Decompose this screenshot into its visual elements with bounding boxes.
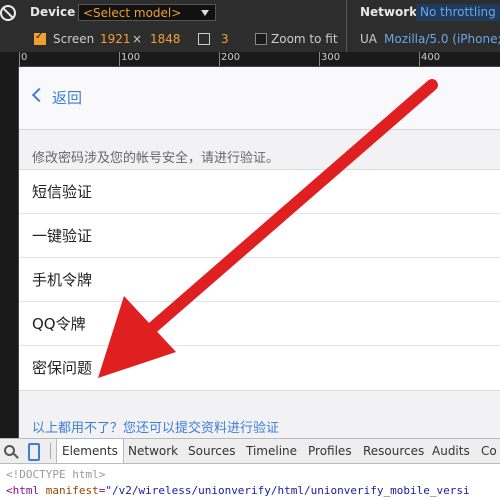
security-hint: 修改密码涉及您的帐号安全，请进行验证。	[32, 151, 280, 166]
chevron-down-icon	[201, 10, 209, 16]
list-item-security-question[interactable]: 密保问题	[19, 346, 500, 390]
device-model-value: <Select model>	[83, 6, 182, 20]
disable-emulation-icon[interactable]	[0, 5, 16, 21]
user-agent-input[interactable]: Mozilla/5.0 (iPhone; C	[384, 32, 500, 46]
list-item-one-click-verify[interactable]: 一键验证	[19, 214, 500, 258]
tab-timeline[interactable]: Timeline	[241, 439, 302, 463]
html-tag-open: <html	[6, 484, 40, 497]
tab-resources[interactable]: Resources	[358, 439, 429, 463]
list-item-qq-token[interactable]: QQ令牌	[19, 302, 500, 346]
tab-sources[interactable]: Sources	[183, 439, 240, 463]
nav-bar: 返回	[19, 67, 500, 130]
inspect-search-icon[interactable]	[4, 445, 15, 456]
toolbar-divider	[346, 0, 347, 52]
back-arrow-icon[interactable]	[31, 87, 47, 103]
screen-height-input[interactable]: 1848	[150, 32, 181, 46]
tab-profiles[interactable]: Profiles	[303, 439, 357, 463]
ua-label: UA	[360, 32, 377, 46]
tab-separator	[50, 443, 51, 459]
tab-console[interactable]: Co	[476, 439, 500, 463]
horizontal-ruler: 0 100 200 300 400	[0, 52, 500, 67]
list-item-sms-verify[interactable]: 短信验证	[19, 170, 500, 214]
ruler-label: 200	[221, 52, 241, 63]
throttling-value: No throttling	[420, 5, 496, 19]
emulated-viewport: 返回 修改密码涉及您的帐号安全，请进行验证。 短信验证 一键验证 手机令牌 QQ…	[19, 67, 500, 438]
submit-info-link[interactable]: 以上都用不了？您还可以提交资料进行验证	[32, 417, 279, 436]
list-item-mobile-token[interactable]: 手机令牌	[19, 258, 500, 302]
ruler-label: 0	[21, 52, 28, 63]
ruler-tick	[219, 52, 220, 66]
screen-width-input[interactable]: 1921	[100, 32, 131, 46]
ruler-label: 300	[321, 52, 341, 63]
zoom-to-fit-checkbox[interactable]	[255, 33, 267, 45]
device-mode-icon[interactable]	[28, 443, 40, 461]
ruler-label: 400	[421, 52, 441, 63]
devtools-tab-bar: Elements Network Sources Timeline Profil…	[0, 438, 500, 464]
ruler-tick	[19, 52, 20, 66]
throttling-select[interactable]: No throttling	[416, 4, 500, 21]
html-tag-line[interactable]: <html manifest="/v2/wireless/unionverify…	[6, 484, 470, 497]
network-label: Network	[360, 5, 418, 19]
device-emulation-toolbar: Device <Select model> Network No throttl…	[0, 0, 500, 52]
tab-audits[interactable]: Audits	[427, 439, 475, 463]
tab-elements[interactable]: Elements	[56, 439, 124, 463]
manifest-value: "/v2/wireless/unionverify/html/unionveri…	[105, 484, 470, 497]
swap-dimensions-icon[interactable]	[198, 33, 210, 45]
back-button[interactable]: 返回	[52, 87, 82, 108]
doctype-line[interactable]: <!DOCTYPE html>	[6, 468, 105, 481]
ruler-label: 100	[121, 52, 141, 63]
times-sign: ×	[132, 32, 143, 46]
elements-panel: <!DOCTYPE html> <html manifest="/v2/wire…	[0, 464, 500, 500]
manifest-attr: manifest	[45, 484, 99, 497]
device-model-select[interactable]: <Select model>	[78, 4, 216, 21]
ruler-tick	[119, 52, 120, 66]
device-label: Device	[30, 5, 76, 19]
device-scale-input[interactable]: 3	[221, 32, 229, 46]
screen-label: Screen	[53, 32, 95, 46]
screen-checkbox[interactable]	[34, 31, 46, 45]
ruler-tick	[419, 52, 420, 66]
vertical-ruler	[0, 66, 19, 438]
ruler-tick	[319, 52, 320, 66]
zoom-to-fit-label: Zoom to fit	[271, 32, 338, 46]
verification-method-list: 短信验证 一键验证 手机令牌 QQ令牌 密保问题	[19, 169, 500, 391]
tab-network[interactable]: Network	[123, 439, 183, 463]
